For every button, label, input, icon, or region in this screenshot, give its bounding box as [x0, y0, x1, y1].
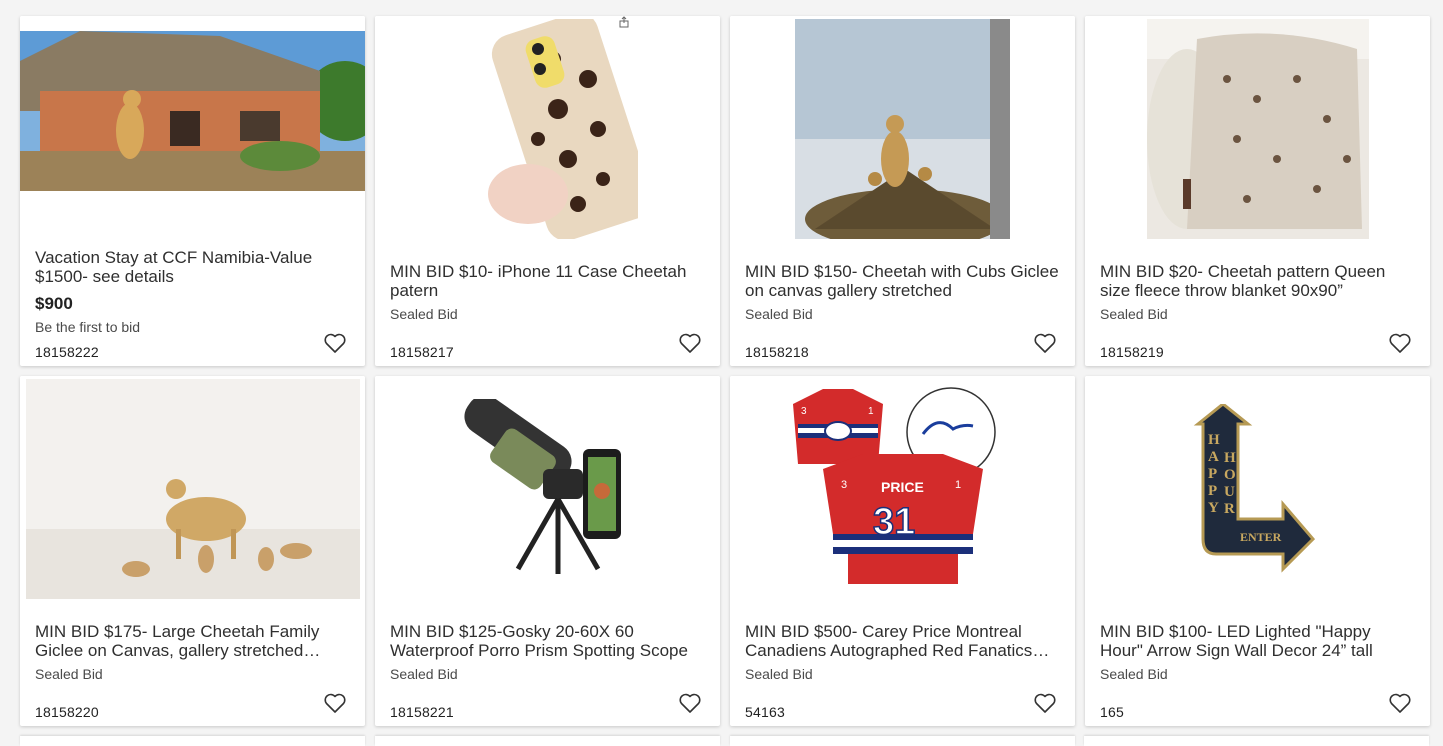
item-title[interactable]: MIN BID $150- Cheetah with Cubs Giclee o…	[745, 262, 1059, 300]
item-bid-status: Sealed Bid	[745, 666, 813, 682]
item-image[interactable]: H APPY HOUR ENTER	[1085, 376, 1430, 601]
svg-text:U: U	[1224, 484, 1235, 500]
heart-icon[interactable]	[1033, 332, 1057, 354]
auction-card[interactable]: H APPY HOUR ENTER MIN BID $100- LED Ligh…	[1085, 376, 1430, 726]
svg-text:A: A	[1208, 449, 1219, 465]
heart-icon[interactable]	[1388, 692, 1412, 714]
item-bid-status: Sealed Bid	[390, 306, 458, 322]
item-bid-status: Sealed Bid	[1100, 666, 1168, 682]
svg-text:O: O	[1224, 467, 1236, 483]
heart-icon[interactable]	[678, 332, 702, 354]
jersey-sleeve-number: 3	[801, 406, 807, 417]
item-image[interactable]: 3 1 PRICE 31 3 1	[730, 376, 1075, 601]
auction-card-partial[interactable]	[375, 736, 720, 746]
auction-card[interactable]: MIN BID $125-Gosky 20-60X 60 Waterproof …	[375, 376, 720, 726]
auction-card[interactable]: MIN BID $175- Large Cheetah Family Gicle…	[20, 376, 365, 726]
jersey-sleeve-number: 3	[841, 479, 847, 491]
item-lot-number: 18158217	[390, 344, 454, 360]
item-lot-number: 18158220	[35, 704, 99, 720]
item-price: $900	[35, 294, 73, 313]
sign-letter: H	[1208, 432, 1220, 448]
jersey-name: PRICE	[881, 479, 924, 495]
item-lot-number: 18158222	[35, 344, 99, 360]
item-image[interactable]	[1085, 16, 1430, 241]
jersey-sleeve-number: 1	[955, 479, 961, 491]
auction-card[interactable]: 3 1 PRICE 31 3 1 MIN BID $500- Carey Pri…	[730, 376, 1075, 726]
item-title[interactable]: Vacation Stay at CCF Namibia-Value $1500…	[35, 248, 349, 286]
heart-icon[interactable]	[323, 692, 347, 714]
item-image[interactable]	[375, 16, 720, 241]
item-title[interactable]: MIN BID $500- Carey Price Montreal Canad…	[745, 622, 1059, 660]
item-lot-number: 54163	[745, 704, 785, 720]
heart-icon[interactable]	[323, 332, 347, 354]
item-title[interactable]: MIN BID $125-Gosky 20-60X 60 Waterproof …	[390, 622, 704, 660]
item-lot-number: 165	[1100, 704, 1124, 720]
item-image[interactable]	[375, 376, 720, 601]
jersey-sleeve-number: 1	[868, 406, 874, 417]
item-lot-number: 18158221	[390, 704, 454, 720]
sign-enter-text: ENTER	[1240, 530, 1282, 544]
share-icon[interactable]	[618, 16, 630, 28]
jersey-number: 31	[873, 501, 915, 543]
item-image[interactable]	[20, 16, 365, 241]
auction-card[interactable]: Vacation Stay at CCF Namibia-Value $1500…	[20, 16, 365, 366]
heart-icon[interactable]	[678, 692, 702, 714]
auction-card[interactable]: MIN BID $10- iPhone 11 Case Cheetah pate…	[375, 16, 720, 366]
item-lot-number: 18158218	[745, 344, 809, 360]
item-bid-status: Sealed Bid	[35, 666, 103, 682]
svg-text:R: R	[1224, 501, 1235, 517]
item-title[interactable]: MIN BID $100- LED Lighted "Happy Hour" A…	[1100, 622, 1414, 660]
svg-text:P: P	[1208, 483, 1217, 499]
item-title[interactable]: MIN BID $20- Cheetah pattern Queen size …	[1100, 262, 1414, 300]
svg-text:H: H	[1224, 450, 1236, 466]
auction-card-partial[interactable]	[730, 736, 1075, 746]
item-lot-number: 18158219	[1100, 344, 1164, 360]
auction-card[interactable]: MIN BID $150- Cheetah with Cubs Giclee o…	[730, 16, 1075, 366]
auction-grid: Vacation Stay at CCF Namibia-Value $1500…	[20, 16, 1430, 726]
heart-icon[interactable]	[1033, 692, 1057, 714]
item-image[interactable]	[730, 16, 1075, 241]
svg-text:Y: Y	[1208, 500, 1219, 516]
item-bid-status: Sealed Bid	[1100, 306, 1168, 322]
item-image[interactable]	[20, 376, 365, 601]
svg-text:P: P	[1208, 466, 1217, 482]
heart-icon[interactable]	[1388, 332, 1412, 354]
auction-card-partial[interactable]	[20, 736, 365, 746]
item-bid-status: Sealed Bid	[390, 666, 458, 682]
auction-card[interactable]: MIN BID $20- Cheetah pattern Queen size …	[1085, 16, 1430, 366]
item-title[interactable]: MIN BID $10- iPhone 11 Case Cheetah pate…	[390, 262, 704, 300]
item-bid-status: Be the first to bid	[35, 319, 141, 335]
auction-card-partial[interactable]	[1084, 736, 1429, 746]
item-title[interactable]: MIN BID $175- Large Cheetah Family Gicle…	[35, 622, 349, 660]
item-bid-status: Sealed Bid	[745, 306, 813, 322]
